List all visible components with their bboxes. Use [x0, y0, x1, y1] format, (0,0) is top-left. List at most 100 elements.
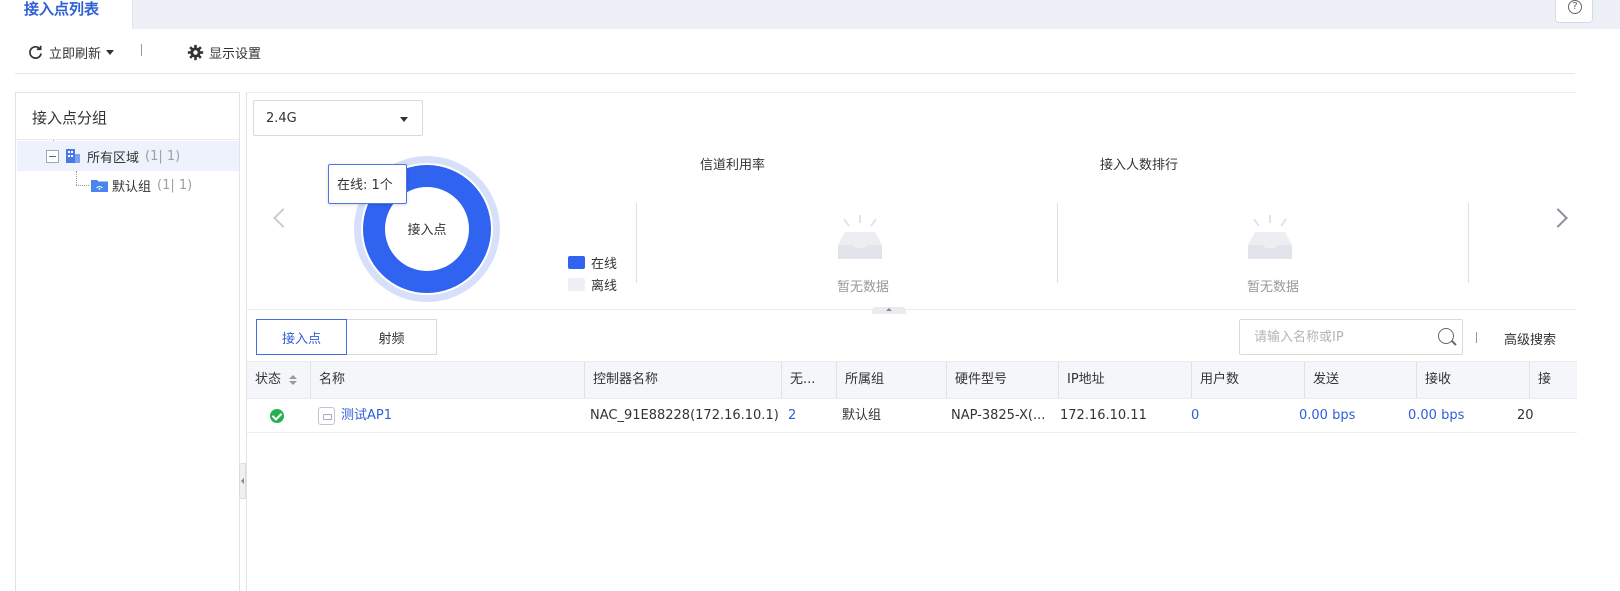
legend-swatch [568, 277, 585, 291]
column-header-group[interactable]: 所属组 [837, 362, 947, 398]
column-header-model[interactable]: 硬件型号 [947, 362, 1059, 398]
column-header-label: 所属组 [845, 372, 885, 387]
empty-inbox-icon [830, 212, 890, 272]
search-icon[interactable] [1438, 328, 1454, 344]
column-header-tx[interactable]: 发送 [1305, 362, 1417, 398]
panel-divider [1468, 203, 1469, 283]
column-header-name[interactable]: 名称 [311, 362, 585, 398]
channel-empty-text: 暂无数据 [837, 280, 890, 295]
tab-access-points-label: 接入点 [281, 331, 321, 347]
refresh-label: 立即刷新 [49, 46, 102, 62]
search-input[interactable] [1240, 320, 1430, 354]
chevron-down-icon[interactable] [106, 49, 115, 55]
search-divider [1476, 332, 1477, 343]
tab-radio-label: 射频 [378, 331, 405, 347]
legend-item-online[interactable]: 在线 [568, 251, 617, 273]
group-panel-header: 接入点分组 [16, 93, 239, 140]
donut-center-label: 接入点 [407, 222, 446, 238]
display-settings-label: 显示设置 [209, 46, 262, 62]
help-icon: ? [1568, 0, 1582, 14]
cell-model: NAP-3825-X(... [951, 408, 1046, 423]
carousel-next-icon[interactable] [1548, 208, 1568, 228]
column-header-label: 名称 [319, 372, 346, 387]
tab-ap-list[interactable]: 接入点列表 [0, 0, 133, 29]
channel-utilization-title: 信道利用率 [700, 158, 766, 173]
main-content: 2.4G 接入点 在线: 1个 在线 离线 信道利用率 暂无数据 接入人数排行 … [246, 92, 1577, 591]
panel-divider [636, 203, 637, 283]
legend-item-offline[interactable]: 离线 [568, 273, 617, 295]
column-header-more[interactable]: 接 [1530, 362, 1577, 398]
column-header-label: 控制器名称 [593, 372, 659, 387]
cell-wireless-link[interactable]: 2 [788, 399, 833, 432]
donut-tooltip: 在线: 1个 [328, 164, 407, 204]
stats-panel: 2.4G 接入点 在线: 1个 在线 离线 信道利用率 暂无数据 接入人数排行 … [247, 92, 1577, 310]
column-header-label: 硬件型号 [955, 372, 1008, 387]
column-header-label: 状态 [255, 372, 282, 387]
carousel-prev-icon[interactable] [273, 208, 293, 228]
tree-node-label: 所有区域 [87, 150, 140, 166]
group-panel-title: 接入点分组 [32, 109, 108, 127]
search-field[interactable] [1239, 319, 1463, 355]
tree-connector [76, 171, 77, 185]
column-header-controller[interactable]: 控制器名称 [585, 362, 782, 398]
cell-tx-link[interactable]: 0.00 bps [1299, 399, 1409, 432]
donut-tooltip-text: 在线: 1个 [337, 178, 393, 193]
tree-node-all-areas[interactable]: 所有区域 (1| 1) [17, 141, 239, 171]
cell-users-link[interactable]: 0 [1191, 399, 1301, 432]
refresh-icon [29, 45, 42, 59]
band-select[interactable]: 2.4G [253, 100, 423, 136]
chevron-down-icon [400, 117, 408, 122]
cell-ip: 172.16.10.11 [1060, 408, 1147, 423]
table-row[interactable]: 测试AP1 NAC_91E88228(172.16.10.1) 2 默认组 NA… [247, 399, 1577, 433]
tab-radio[interactable]: 射频 [346, 319, 437, 355]
toolbar-divider [141, 44, 142, 56]
legend-label: 在线 [591, 256, 618, 272]
tree-node-label: 默认组 [112, 179, 152, 195]
band-select-value: 2.4G [266, 111, 297, 126]
folder-icon [91, 179, 108, 192]
cell-rx-link[interactable]: 0.00 bps [1408, 399, 1518, 432]
ranking-empty-text: 暂无数据 [1247, 280, 1300, 295]
tab-access-points[interactable]: 接入点 [256, 319, 347, 355]
toolbar: 立即刷新 显示设置 [15, 34, 1575, 74]
tree-node-count: (1| 1) [157, 177, 193, 193]
ap-group-panel: 接入点分组 所有区域 (1| 1) 默认组 (1| 1) [15, 92, 240, 591]
column-header-users[interactable]: 用户数 [1192, 362, 1305, 398]
panel-split-handle[interactable] [872, 307, 906, 314]
tab-ap-list-label: 接入点列表 [24, 0, 100, 18]
help-button[interactable]: ? [1555, 0, 1593, 23]
ap-name-link[interactable]: 测试AP1 [341, 399, 581, 432]
building-icon [65, 148, 81, 164]
empty-inbox-icon [1240, 212, 1300, 272]
column-header-label: IP地址 [1067, 372, 1105, 387]
column-header-status[interactable]: 状态 [247, 362, 311, 398]
tree-node-count: (1| 1) [145, 148, 181, 164]
sort-icon[interactable] [289, 374, 298, 385]
column-header-label: 用户数 [1200, 372, 1240, 387]
user-ranking-title: 接入人数排行 [1100, 158, 1179, 173]
table-header: 状态 名称 控制器名称 无... 所属组 硬件型号 IP地址 用户数 发送 接收… [247, 361, 1577, 399]
column-header-label: 接 [1538, 372, 1552, 387]
column-header-label: 发送 [1313, 372, 1340, 387]
panel-collapse-handle[interactable] [239, 463, 246, 499]
cell-more: 20 [1517, 408, 1534, 423]
column-header-rx[interactable]: 接收 [1417, 362, 1530, 398]
column-header-label: 无... [790, 372, 816, 387]
cell-controller: NAC_91E88228(172.16.10.1) [590, 408, 779, 423]
legend-label: 离线 [591, 278, 618, 294]
legend-swatch [568, 255, 585, 269]
tree-connector [76, 185, 89, 186]
cell-group: 默认组 [842, 408, 882, 423]
column-header-wireless[interactable]: 无... [782, 362, 837, 398]
refresh-button[interactable]: 立即刷新 [28, 42, 115, 62]
donut-legend: 在线 离线 [568, 251, 617, 295]
advanced-search-link[interactable]: 高级搜索 [1504, 329, 1556, 348]
column-header-ip[interactable]: IP地址 [1059, 362, 1192, 398]
tree-node-default-group[interactable]: 默认组 (1| 1) [91, 170, 239, 200]
gear-icon [187, 44, 204, 60]
collapse-toggle-icon[interactable] [46, 149, 59, 163]
status-online-icon [270, 409, 284, 423]
display-settings-button[interactable]: 显示设置 [187, 42, 261, 62]
access-point-icon [318, 407, 335, 425]
tab-bar: 接入点列表 ? [0, 0, 1620, 29]
